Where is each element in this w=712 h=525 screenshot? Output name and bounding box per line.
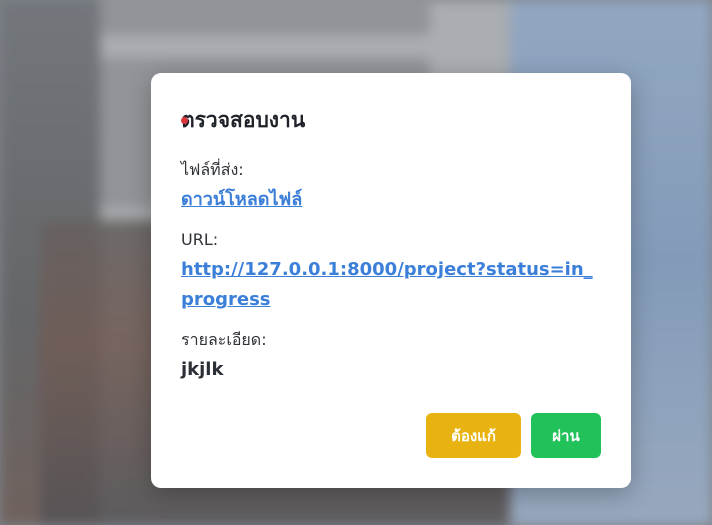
project-url-link[interactable]: http://127.0.0.1:8000/project?status=in_… bbox=[181, 255, 601, 315]
dialog-actions: ต้องแก้ ผ่าน bbox=[426, 413, 601, 458]
detail-field: รายละเอียด: jkjlk bbox=[181, 329, 601, 385]
download-file-link[interactable]: ดาวน์โหลดไฟล์ bbox=[181, 185, 601, 215]
needs-revision-button[interactable]: ต้องแก้ bbox=[426, 413, 521, 458]
status-dot-icon bbox=[181, 117, 188, 124]
review-dialog: ตรวจสอบงาน ไฟล์ที่ส่ง: ดาวน์โหลดไฟล์ URL… bbox=[151, 73, 631, 488]
detail-label: รายละเอียด: bbox=[181, 330, 267, 349]
url-label: URL: bbox=[181, 230, 219, 249]
submitted-file-field: ไฟล์ที่ส่ง: ดาวน์โหลดไฟล์ bbox=[181, 159, 601, 215]
detail-value: jkjlk bbox=[181, 359, 224, 380]
dialog-title-text: ตรวจสอบงาน bbox=[181, 108, 306, 132]
dialog-title: ตรวจสอบงาน bbox=[181, 103, 601, 137]
url-field: URL: http://127.0.0.1:8000/project?statu… bbox=[181, 229, 601, 315]
submitted-file-label: ไฟล์ที่ส่ง: bbox=[181, 160, 244, 179]
pass-button[interactable]: ผ่าน bbox=[531, 413, 601, 458]
